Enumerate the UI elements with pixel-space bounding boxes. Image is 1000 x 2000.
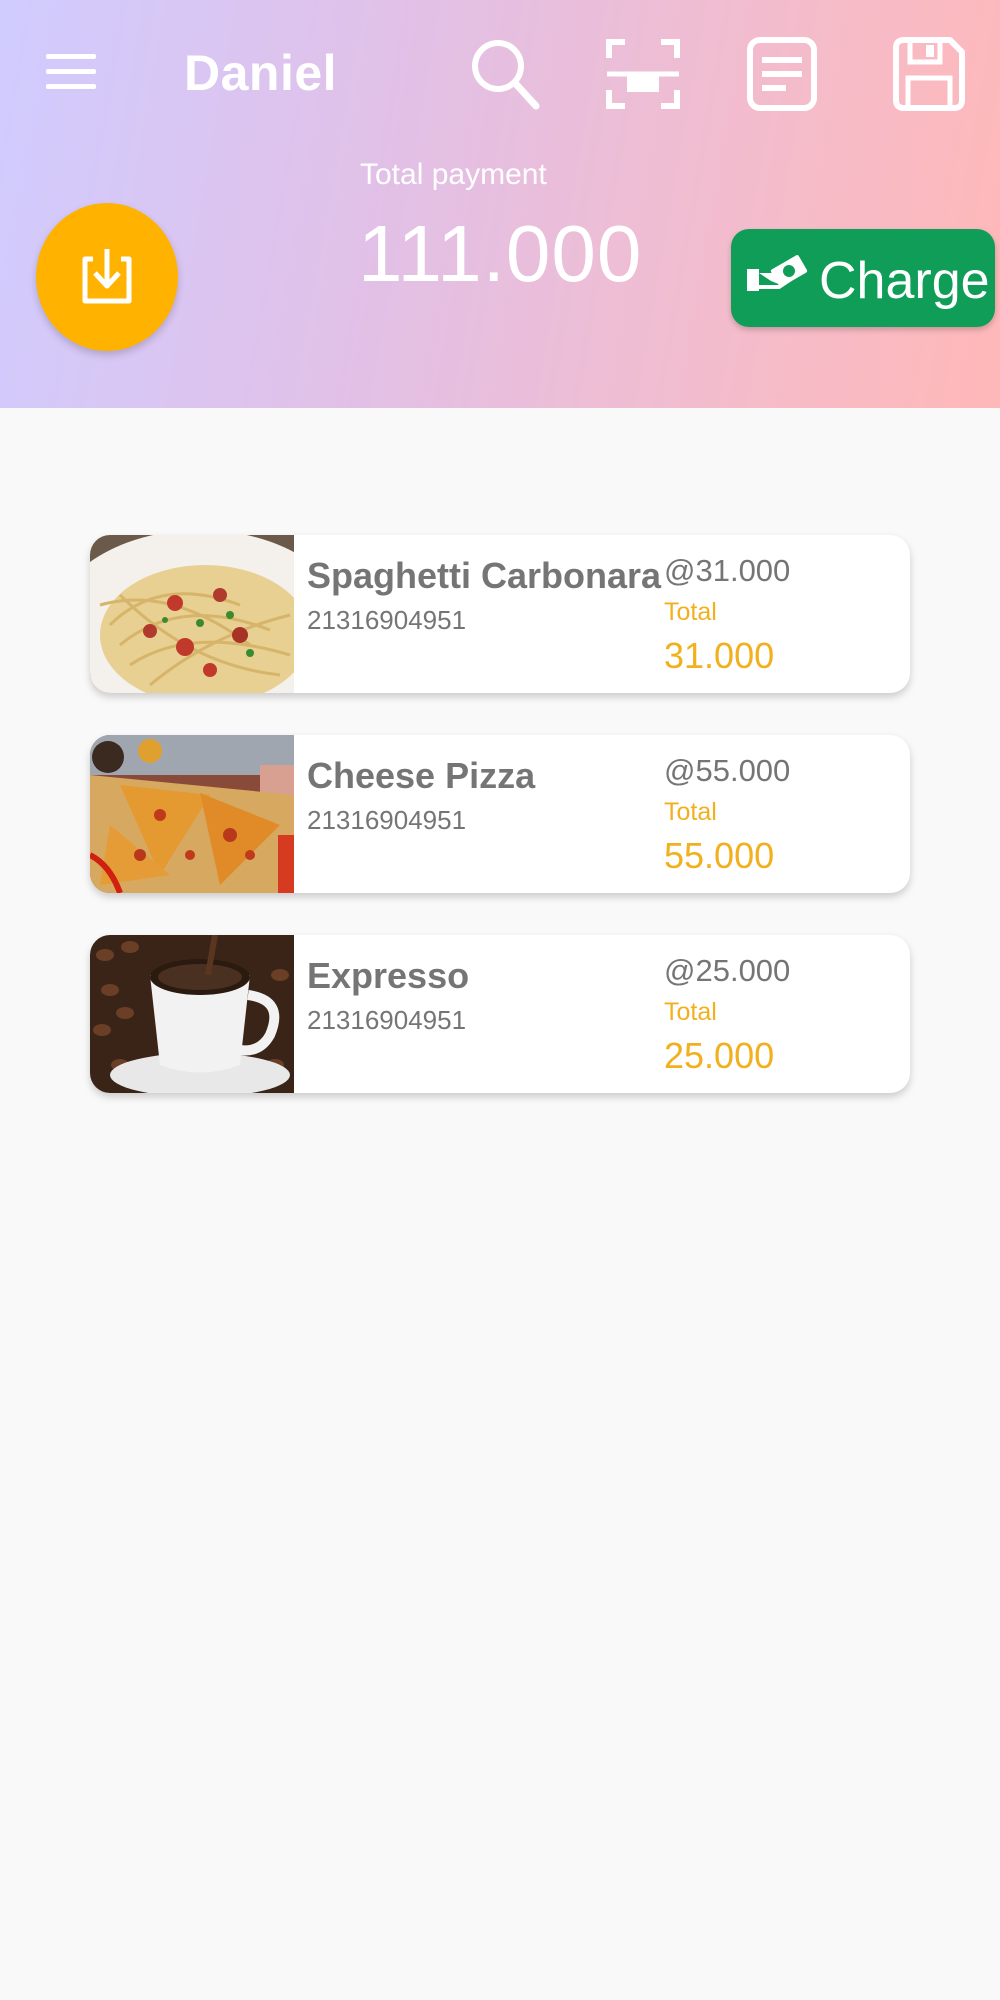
item-total-value: 25.000 [664, 1035, 775, 1076]
item-total-value: 55.000 [664, 835, 775, 876]
charge-button[interactable]: Charge [731, 229, 995, 327]
item-name: Expresso [307, 955, 470, 996]
item-name: Cheese Pizza [307, 755, 536, 796]
item-total-label: Total [664, 598, 717, 626]
total-payment-label: Total payment [360, 158, 547, 191]
receipt-icon[interactable] [742, 34, 822, 114]
app-header: Daniel Total payment 111.000 Charge [0, 0, 1000, 408]
barcode-scan-icon[interactable] [603, 34, 683, 114]
cash-hand-icon [747, 255, 808, 291]
order-item-card[interactable]: Expresso 21316904951 @25.000 Total 25.00… [90, 935, 910, 1093]
item-total-label: Total [664, 998, 717, 1026]
item-name: Spaghetti Carbonara [307, 555, 662, 596]
search-icon[interactable] [466, 34, 546, 114]
order-item-card[interactable]: Cheese Pizza 21316904951 @55.000 Total 5… [90, 735, 910, 893]
user-name: Daniel [184, 45, 338, 101]
pizza-image [90, 735, 294, 893]
order-item-card[interactable]: Spaghetti Carbonara 21316904951 @31.000 … [90, 535, 910, 693]
item-code: 21316904951 [307, 805, 467, 835]
charge-label: Charge [819, 252, 990, 310]
save-icon[interactable] [888, 34, 968, 114]
item-total-value: 31.000 [664, 635, 775, 676]
item-code: 21316904951 [307, 605, 467, 635]
download-icon [82, 249, 132, 304]
menu-icon[interactable] [46, 52, 96, 92]
espresso-image [90, 935, 294, 1093]
item-code: 21316904951 [307, 1005, 467, 1035]
spaghetti-image [90, 535, 294, 693]
item-unit-price: @31.000 [664, 553, 791, 588]
download-button[interactable] [36, 203, 178, 351]
item-unit-price: @55.000 [664, 753, 791, 788]
item-unit-price: @25.000 [664, 953, 791, 988]
total-payment-value: 111.000 [358, 209, 643, 298]
item-total-label: Total [664, 798, 717, 826]
